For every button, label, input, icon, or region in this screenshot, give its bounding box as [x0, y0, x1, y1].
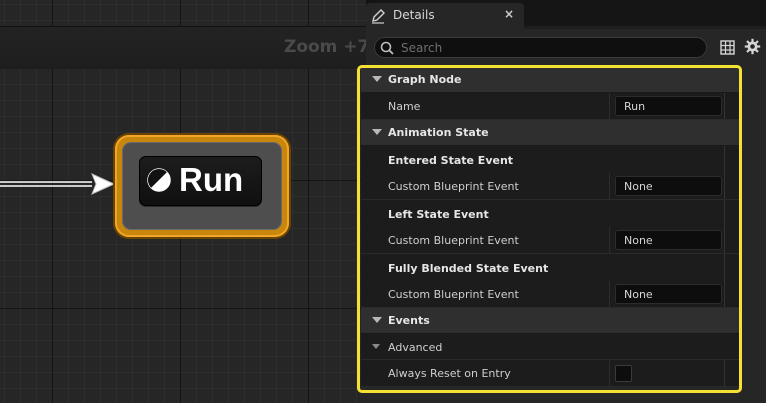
row-rail — [724, 93, 725, 119]
state-node-title-pill: Run — [139, 156, 262, 206]
property-label: Custom Blueprint Event — [388, 288, 519, 301]
row-rail — [724, 227, 725, 253]
column-divider[interactable] — [609, 93, 610, 119]
group-label: Fully Blended State Event — [388, 262, 549, 275]
transition-arrow-icon — [91, 173, 116, 195]
state-node-body: Run — [122, 142, 282, 230]
search-box[interactable] — [374, 37, 707, 58]
row-rail — [724, 281, 725, 307]
property-matrix-icon[interactable] — [720, 40, 735, 55]
state-node-title: Run — [179, 161, 244, 198]
group-left-state-event: Left State Event — [361, 200, 739, 227]
always-reset-checkbox[interactable] — [615, 365, 632, 382]
pencil-icon — [372, 9, 385, 24]
category-label: Graph Node — [388, 73, 462, 86]
state-icon — [147, 168, 171, 192]
column-divider[interactable] — [609, 173, 610, 199]
transition-wire[interactable] — [0, 180, 102, 188]
column-divider[interactable] — [609, 227, 610, 253]
collapse-arrow-icon[interactable] — [372, 76, 382, 82]
row-rail — [724, 200, 725, 227]
zoom-level-label: Zoom +7 — [284, 37, 370, 57]
entered-event-field[interactable]: None — [615, 176, 722, 196]
details-tab-label: Details — [393, 8, 435, 22]
gear-icon[interactable] — [744, 38, 761, 55]
row-rail — [724, 254, 725, 281]
name-field[interactable]: Run — [615, 96, 722, 116]
collapse-arrow-icon[interactable] — [372, 129, 382, 135]
category-label: Events — [388, 314, 430, 327]
row-rail — [724, 146, 725, 173]
blended-event-field[interactable]: None — [615, 284, 722, 304]
column-divider[interactable] — [609, 360, 610, 386]
property-row-blended-event: Custom Blueprint Event None — [361, 281, 739, 308]
category-graph-node[interactable]: Graph Node — [361, 67, 739, 93]
collapse-arrow-icon[interactable] — [372, 317, 382, 323]
category-label: Animation State — [388, 126, 489, 139]
subcategory-advanced[interactable]: Advanced — [361, 334, 739, 360]
search-icon — [380, 41, 394, 55]
property-row-left-event: Custom Blueprint Event None — [361, 227, 739, 254]
category-events[interactable]: Events — [361, 308, 739, 334]
group-entered-state-event: Entered State Event — [361, 146, 739, 173]
category-animation-state[interactable]: Animation State — [361, 120, 739, 146]
row-rail — [724, 173, 725, 199]
group-label: Entered State Event — [388, 154, 514, 167]
group-label: Left State Event — [388, 208, 489, 221]
details-property-list: Graph Node Name Run Animation State Ente… — [361, 67, 739, 387]
property-label: Custom Blueprint Event — [388, 234, 519, 247]
state-node-run[interactable]: Run — [115, 135, 289, 237]
search-input[interactable] — [401, 38, 691, 57]
property-row-always-reset: Always Reset on Entry — [361, 360, 739, 387]
collapse-arrow-icon[interactable] — [372, 344, 380, 349]
column-divider[interactable] — [609, 281, 610, 307]
close-icon[interactable]: × — [504, 7, 514, 21]
subcategory-label: Advanced — [388, 341, 443, 354]
row-rail — [724, 360, 725, 386]
property-row-name: Name Run — [361, 93, 739, 120]
left-event-field[interactable]: None — [615, 230, 722, 250]
property-label: Name — [388, 100, 421, 113]
details-tab[interactable]: Details × — [366, 3, 524, 29]
property-row-entered-event: Custom Blueprint Event None — [361, 173, 739, 200]
property-label: Always Reset on Entry — [388, 367, 511, 380]
group-fully-blended-state-event: Fully Blended State Event — [361, 254, 739, 281]
property-label: Custom Blueprint Event — [388, 180, 519, 193]
